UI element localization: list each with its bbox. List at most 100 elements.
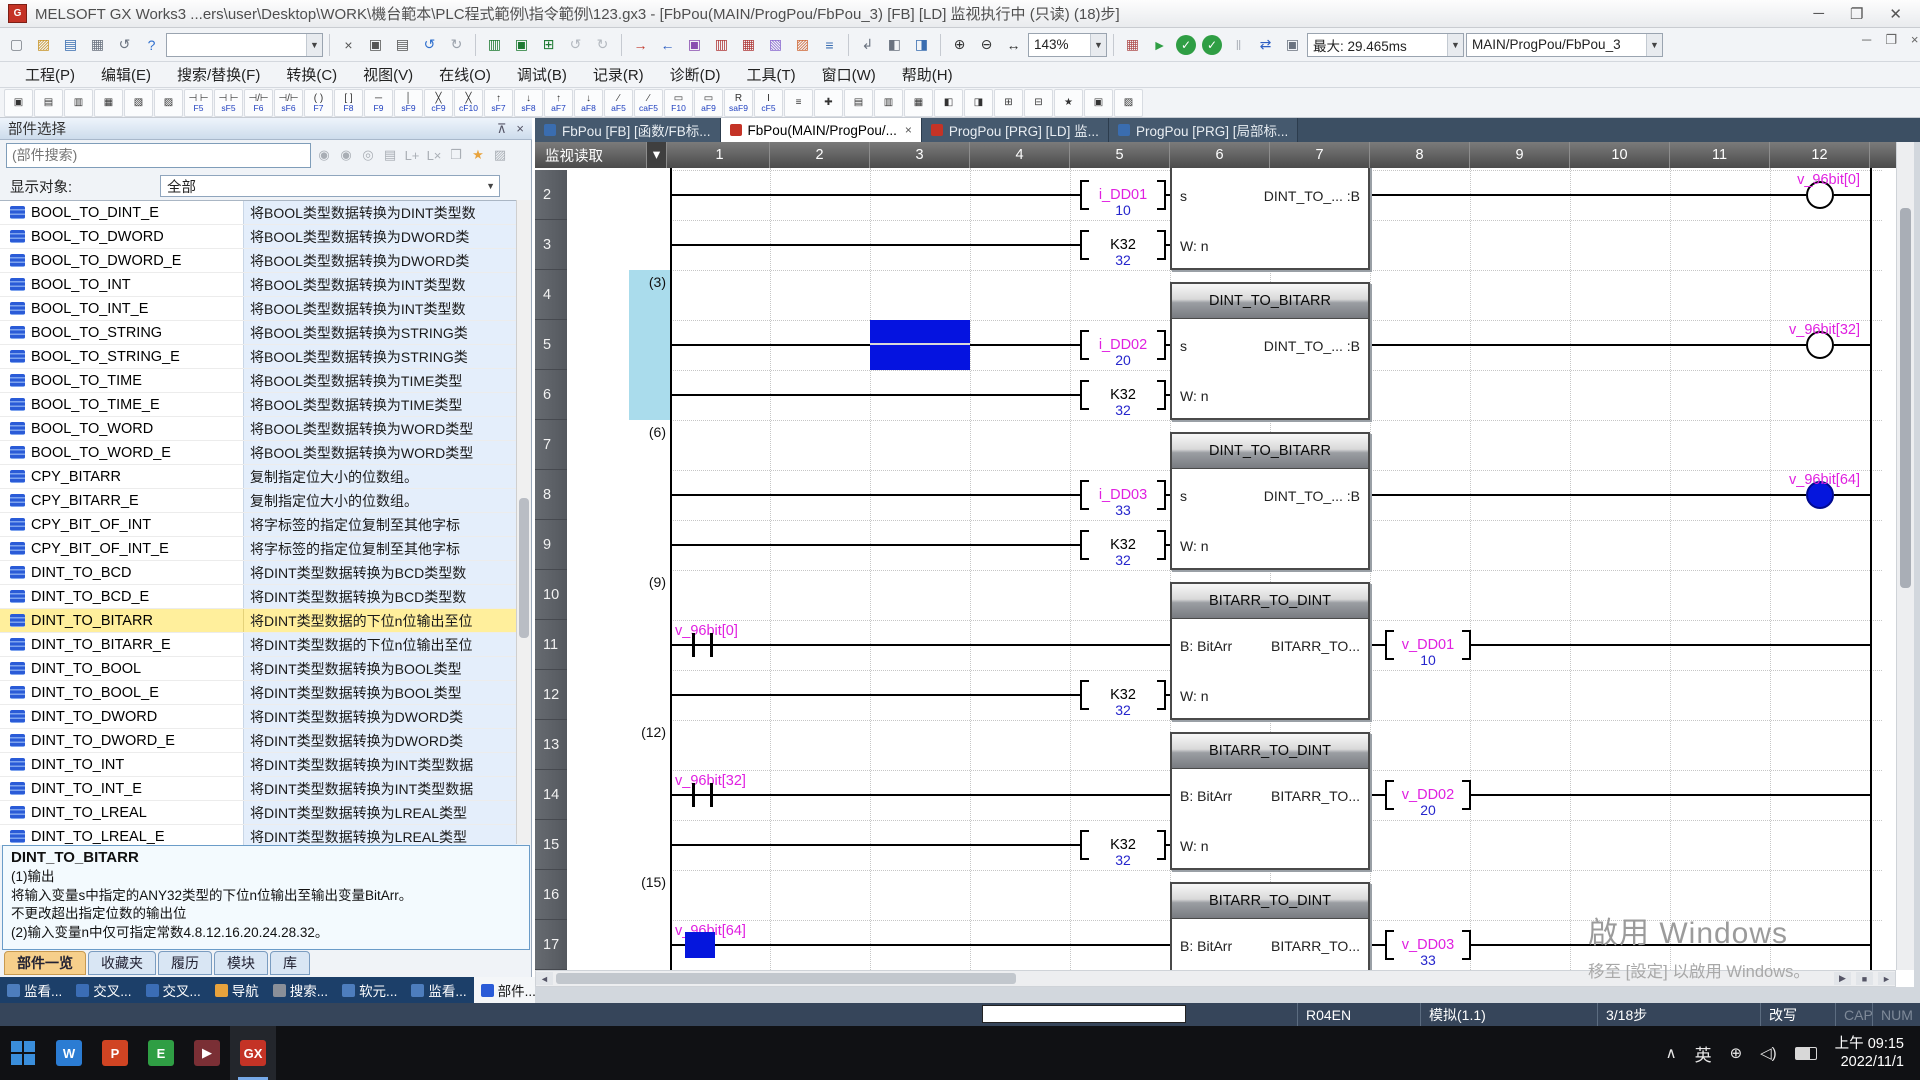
menu-item-调试[interactable]: 调试(B)	[504, 62, 580, 87]
folder-icon[interactable]: ▨	[490, 145, 510, 165]
monitor-window-icon[interactable]: ▣	[509, 32, 534, 57]
parallel-closed-contact-icon[interactable]: ⊣/⊢sF6	[274, 89, 303, 117]
program-body-icon[interactable]: ▥	[64, 89, 93, 117]
statement-display-icon[interactable]: ▥	[874, 89, 903, 117]
parameter-icon[interactable]: ▦	[736, 32, 761, 57]
rising-pulse-icon[interactable]: ↑sF7	[484, 89, 513, 117]
fb-block-BITARR_TO_DINT[interactable]: BITARR_TO_DINTB: BitArrW: nBITARR_TO...	[1170, 582, 1370, 720]
row-header-13[interactable]: 13	[535, 720, 567, 770]
instruction-icon[interactable]: [ ]F8	[334, 89, 363, 117]
row-header-6[interactable]: 6	[535, 370, 567, 420]
dock-tab-搜索...[interactable]: 搜索...	[266, 977, 335, 1003]
row-header-3[interactable]: 3	[535, 220, 567, 270]
note-display-icon[interactable]: ▦	[904, 89, 933, 117]
horizontal-line-icon[interactable]: ─F9	[364, 89, 393, 117]
row-header-11[interactable]: 11	[535, 620, 567, 670]
context-combo[interactable]: MAIN/ProgPou/FbPou_3▼	[1466, 33, 1663, 57]
list-item[interactable]: DINT_TO_LREAL将DINT类型数据转换为LREAL类型	[0, 801, 516, 825]
find-next-icon[interactable]: ◉	[314, 145, 334, 165]
coil-icon[interactable]: ( )F7	[304, 89, 333, 117]
battery-icon[interactable]	[1795, 1047, 1817, 1060]
local-label-icon[interactable]: ▤	[34, 89, 63, 117]
list-item[interactable]: BOOL_TO_WORD将BOOL类型数据转换为WORD类型	[0, 417, 516, 441]
delete-row-icon[interactable]: ⊟	[1024, 89, 1053, 117]
taskbar-app-gxworks[interactable]: GX	[230, 1026, 276, 1080]
window-cascade-icon[interactable]: ◨	[909, 32, 934, 57]
pin-icon[interactable]: ⊼	[497, 121, 507, 137]
row-header-4[interactable]: 4	[535, 270, 567, 320]
pou-list-icon[interactable]: ▧	[763, 32, 788, 57]
hscroll-thumb[interactable]	[556, 973, 1016, 984]
panel-tab-库[interactable]: 库	[270, 951, 310, 975]
open-contact-icon[interactable]: ⊣ ⊢F5	[184, 89, 213, 117]
list-item[interactable]: CPY_BIT_OF_INT将字标签的指定位复制至其他字标	[0, 513, 516, 537]
zoom-in-icon[interactable]: ⊕	[947, 32, 972, 57]
list-item[interactable]: DINT_TO_INT_E将DINT类型数据转换为INT类型数据	[0, 777, 516, 801]
search-input[interactable]	[6, 143, 311, 168]
parallel-open-contact-icon[interactable]: ⊣ ⊢sF5	[214, 89, 243, 117]
dock-tab-软元...[interactable]: 软元...	[335, 977, 404, 1003]
monitor-status-ok2-icon[interactable]: ✓	[1202, 35, 1222, 55]
row-header-17[interactable]: 17	[535, 920, 567, 970]
list-item[interactable]: DINT_TO_BCD将DINT类型数据转换为BCD类型数	[0, 561, 516, 585]
network-icon[interactable]: ⊕	[1730, 1044, 1743, 1062]
device-comment-icon[interactable]: ▥	[709, 32, 734, 57]
vertical-line-icon[interactable]: │sF9	[394, 89, 423, 117]
delete-hline-icon[interactable]: ╳cF9	[424, 89, 453, 117]
favorites-icon[interactable]: ★	[1054, 89, 1083, 117]
list-item[interactable]: DINT_TO_LREAL_E将DINT类型数据转换为LREAL类型	[0, 825, 516, 845]
contact[interactable]	[692, 783, 695, 807]
taskbar-clock[interactable]: 上午 09:152022/11/1	[1835, 1035, 1904, 1071]
cut-icon[interactable]: ×	[336, 32, 361, 57]
editor-tab[interactable]: FbPou [FB] [函数/FB标...	[535, 118, 721, 142]
redo-icon[interactable]: ↻	[444, 32, 469, 57]
fb-file-icon[interactable]: ▨	[154, 89, 183, 117]
row-header-14[interactable]: 14	[535, 770, 567, 820]
zoom-fit-icon[interactable]: ↔	[1001, 32, 1026, 57]
selected-cell[interactable]	[870, 320, 970, 370]
scrollbar-thumb[interactable]	[519, 498, 529, 638]
panel-tab-履历[interactable]: 履历	[158, 951, 212, 975]
tray-chevron-icon[interactable]: ∧	[1666, 1044, 1677, 1062]
fb-block-DINT_TO_BITARR[interactable]: sW: nDINT_TO_... :B	[1170, 168, 1370, 270]
list-item[interactable]: BOOL_TO_STRING_E将BOOL类型数据转换为STRING类	[0, 345, 516, 369]
list-item[interactable]: DINT_TO_BCD_E将DINT类型数据转换为BCD类型数	[0, 585, 516, 609]
list-item[interactable]: BOOL_TO_WORD_E将BOOL类型数据转换为WORD类型	[0, 441, 516, 465]
falling-pulse-icon[interactable]: ↓sF8	[514, 89, 543, 117]
menu-item-编辑[interactable]: 编辑(E)	[88, 62, 164, 87]
simulation-start-icon[interactable]: ►	[1147, 32, 1172, 57]
dock-tab-导航[interactable]: 导航	[208, 977, 266, 1003]
pou-edit-icon[interactable]: ▨	[790, 32, 815, 57]
delete-vline-icon[interactable]: ╳cF10	[454, 89, 483, 117]
contact[interactable]	[710, 633, 713, 657]
display-format-icon[interactable]: ◧	[934, 89, 963, 117]
vertical-scrollbar[interactable]	[1896, 142, 1914, 970]
find-prev-icon[interactable]: ◉	[336, 145, 356, 165]
list-item[interactable]: CPY_BITARR复制指定位大小的位数组。	[0, 465, 516, 489]
taskbar-app-2[interactable]: P	[92, 1026, 138, 1080]
list-item[interactable]: BOOL_TO_STRING将BOOL类型数据转换为STRING类	[0, 321, 516, 345]
jump-icon[interactable]: ↲	[855, 32, 880, 57]
editor-tab[interactable]: FbPou(MAIN/ProgPou/...×	[721, 118, 922, 142]
display-target-combo[interactable]: 全部▼	[160, 175, 500, 197]
device-display-icon[interactable]: ▥	[482, 32, 507, 57]
ladder-editor[interactable]: 234567891011121314151617(3)(6)(9)(12)(15…	[535, 168, 1896, 970]
rule-line-icon[interactable]: RsaF9	[724, 89, 753, 117]
favorite-star-icon[interactable]: ★	[468, 145, 488, 165]
watch-window-icon[interactable]: ▣	[1280, 32, 1305, 57]
contact[interactable]	[692, 633, 695, 657]
screen-capture-icon[interactable]: ▦	[1120, 32, 1145, 57]
list-item[interactable]: CPY_BITARR_E复制指定位大小的位数组。	[0, 489, 516, 513]
list-item[interactable]: CPY_BIT_OF_INT_E将字标签的指定位复制至其他字标	[0, 537, 516, 561]
menu-item-视图[interactable]: 视图(V)	[350, 62, 426, 87]
panel-close-icon[interactable]: ×	[516, 121, 524, 137]
row-header-15[interactable]: 15	[535, 820, 567, 870]
read-mode-icon[interactable]: ▨	[1114, 89, 1143, 117]
menu-item-搜索/替换[interactable]: 搜索/替换(F)	[164, 62, 273, 87]
list-item[interactable]: DINT_TO_BOOL_E将DINT类型数据转换为BOOL类型	[0, 681, 516, 705]
parallel-rising-pulse-icon[interactable]: ↑aF7	[544, 89, 573, 117]
redo-gray-icon[interactable]: ↻	[590, 32, 615, 57]
device-test-icon[interactable]: ⊞	[536, 32, 561, 57]
edit-mode-icon[interactable]: ▣	[1084, 89, 1113, 117]
scroll-right-icon[interactable]: ►	[1878, 972, 1895, 985]
